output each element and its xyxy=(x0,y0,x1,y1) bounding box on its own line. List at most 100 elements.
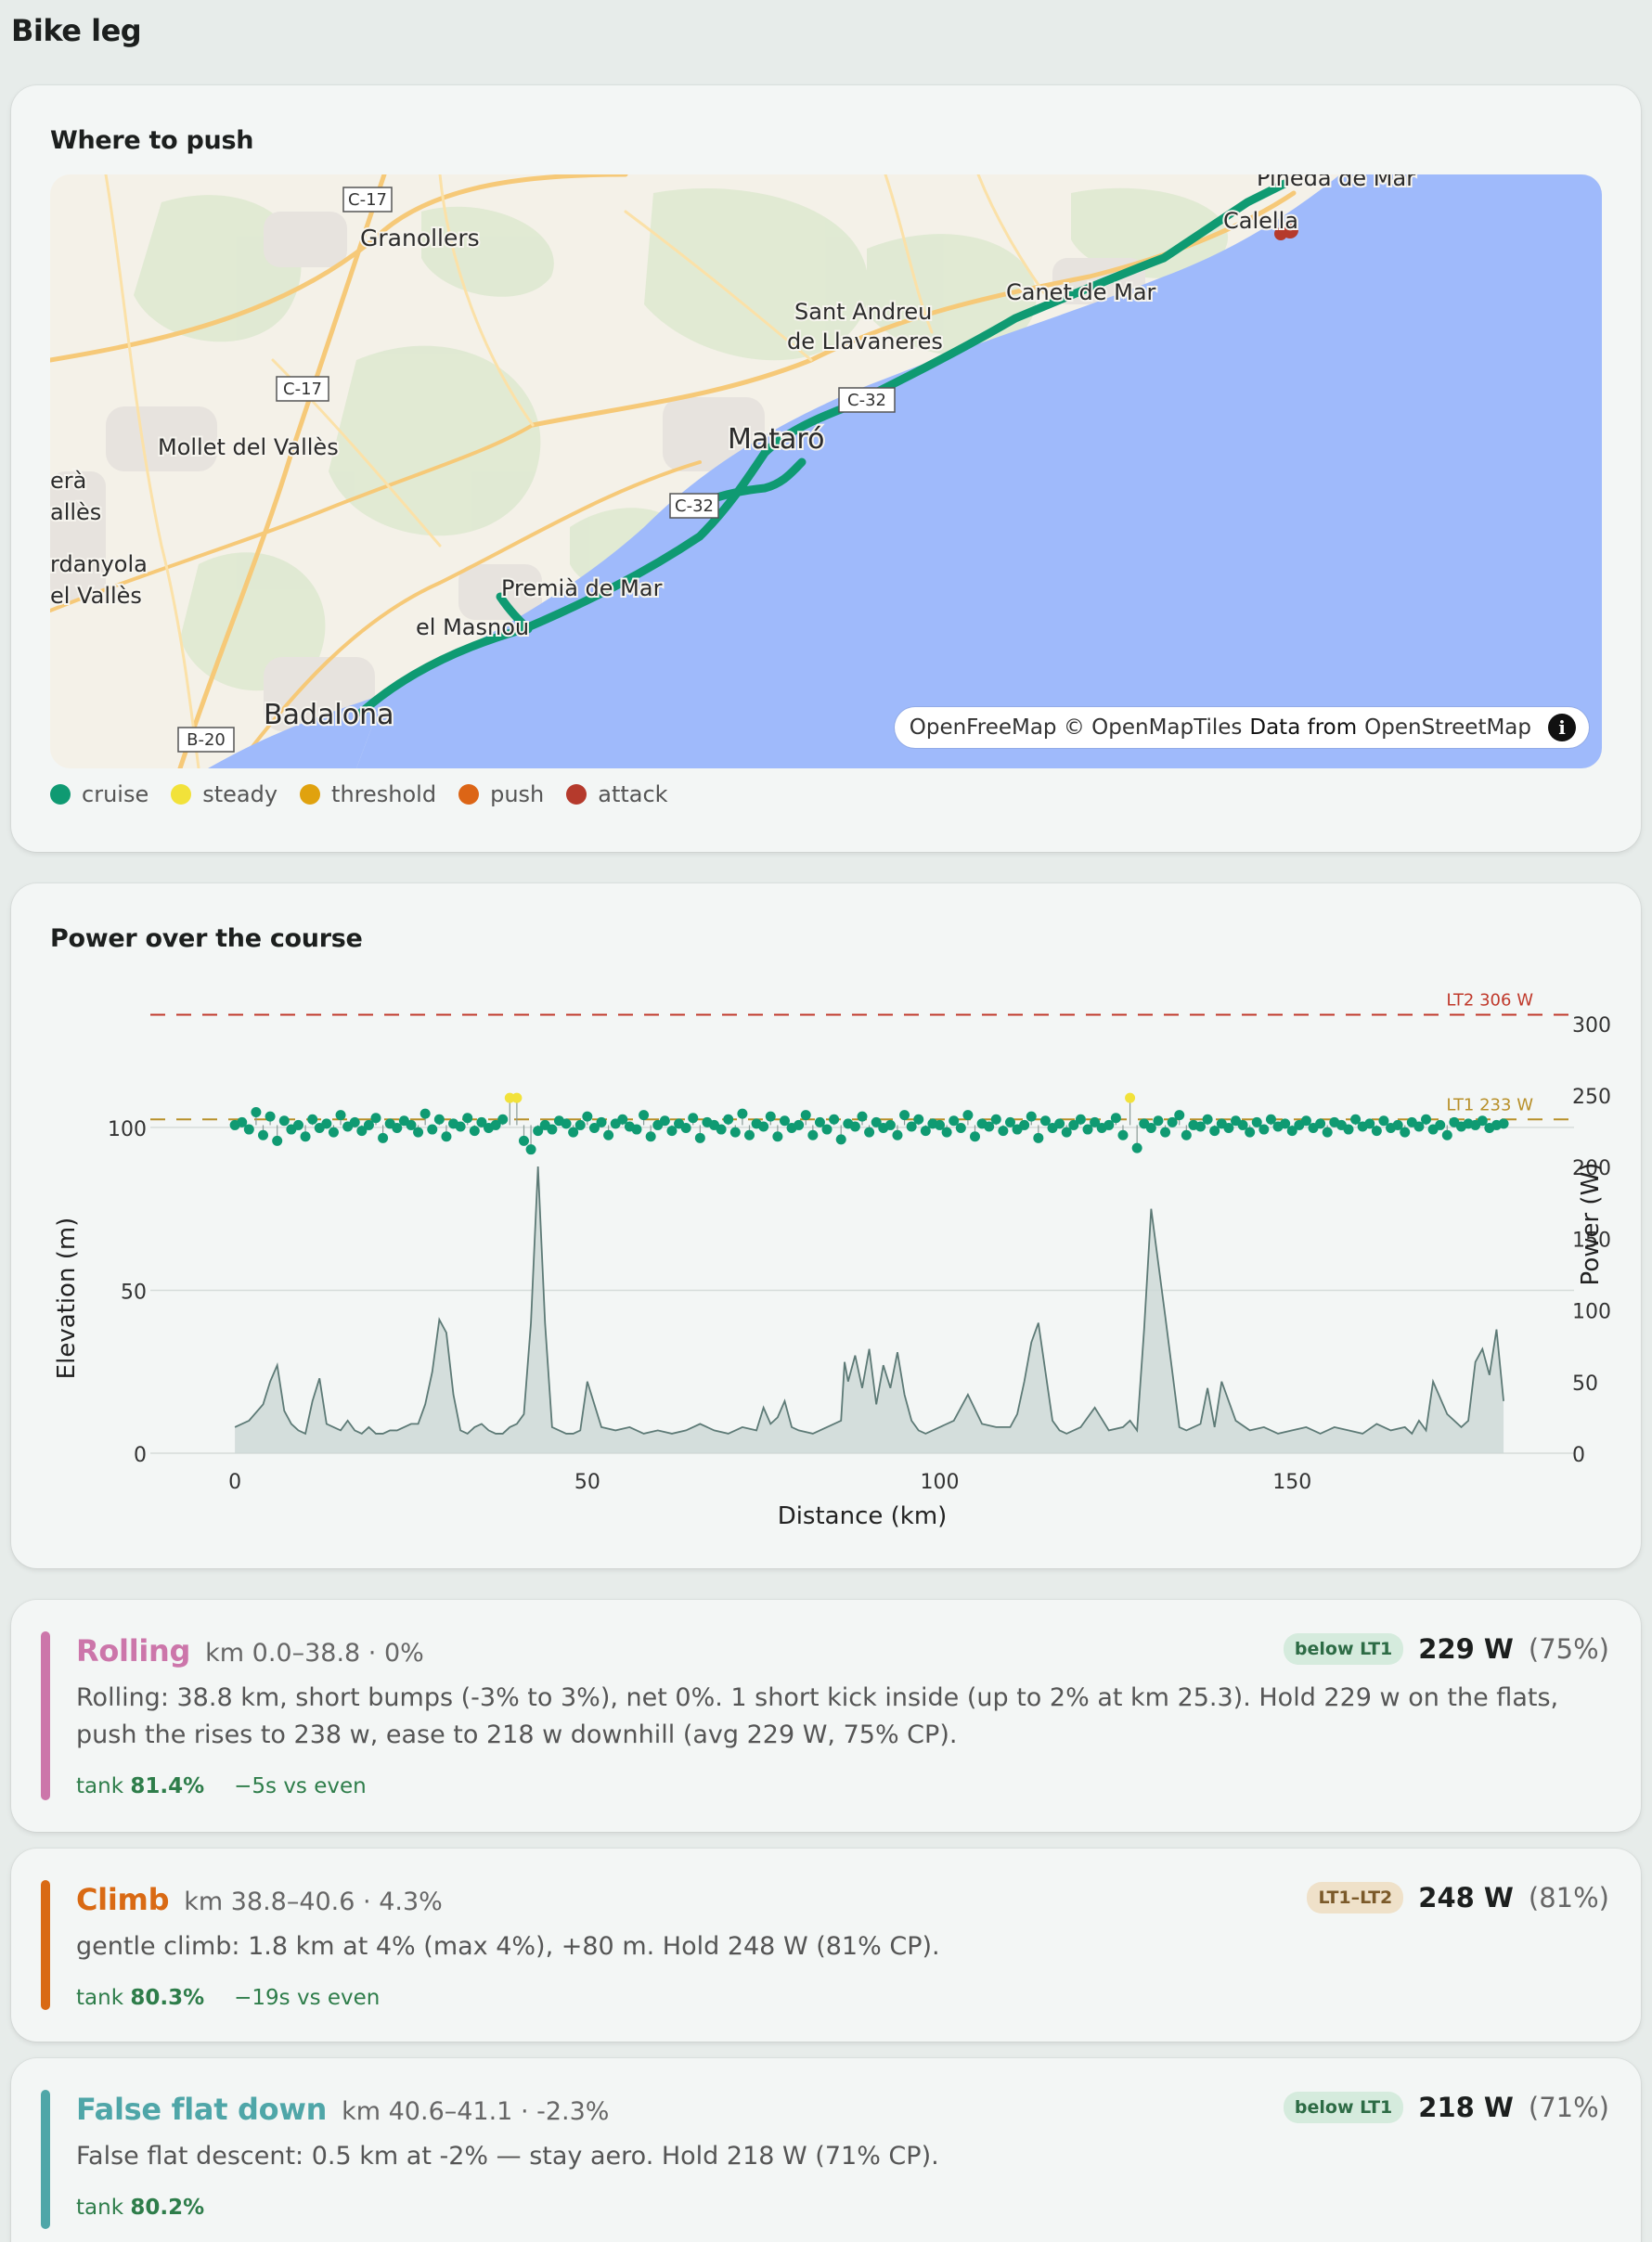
segment-card-climb[interactable]: Climb km 38.8–40.6 · 4.3% LT1–LT2 248 W … xyxy=(11,1849,1641,2042)
x-axis-label: Distance (km) xyxy=(778,1502,948,1530)
attribution-openmaptiles[interactable]: OpenFreeMap © OpenMapTiles xyxy=(910,715,1243,740)
power-point xyxy=(955,1123,966,1134)
power-point xyxy=(307,1114,318,1125)
segment-header: Climb km 38.8–40.6 · 4.3% xyxy=(76,1882,443,1917)
power-point xyxy=(462,1113,473,1124)
legend-item-push: push xyxy=(458,781,544,807)
power-point xyxy=(1441,1129,1452,1140)
power-point xyxy=(518,1135,529,1146)
legend-label: attack xyxy=(598,781,668,807)
place-label: Granollers xyxy=(360,225,480,251)
power-point xyxy=(800,1110,811,1121)
y-left-tick-label: 0 xyxy=(134,1444,147,1467)
power-point xyxy=(1498,1118,1509,1129)
power-point xyxy=(574,1119,586,1130)
segment-footer: tank 81.4% −5s vs even xyxy=(76,1774,367,1798)
power-point xyxy=(729,1127,741,1138)
segment-description: gentle climb: 1.8 km at 4% (max 4%), +80… xyxy=(76,1932,940,1961)
course-map[interactable]: C-17 C-17 C-32 C-32 B-20 Pineda de Mar C… xyxy=(50,174,1602,768)
segment-summary: below LT1 229 W (75%) xyxy=(1283,1633,1609,1665)
power-elevation-chart[interactable]: 0501000501001502002503000 50 100 150Distanc… xyxy=(11,883,1641,1568)
segment-card-false-flat-down[interactable]: False flat down km 40.6–41.1 · -2.3% bel… xyxy=(11,2058,1641,2242)
map-card: Where to push C-17 C-17 C-32 C-32 B-20 P… xyxy=(11,85,1641,852)
legend-dot xyxy=(171,784,192,805)
power-point xyxy=(941,1127,952,1138)
power-point xyxy=(433,1114,445,1125)
place-label: Mataró xyxy=(728,423,824,456)
power-point xyxy=(645,1131,656,1142)
place-label: Sant Andreu xyxy=(794,299,932,325)
power-point xyxy=(962,1110,974,1121)
power-point xyxy=(243,1124,254,1135)
y-right-tick-label: 0 xyxy=(1572,1444,1585,1467)
place-label: rdanyola xyxy=(50,551,148,577)
power-point xyxy=(1110,1113,1121,1124)
segment-meta: km 40.6–41.1 · -2.3% xyxy=(342,2097,610,2126)
power-point xyxy=(1202,1114,1213,1125)
y-right-tick-label: 300 xyxy=(1572,1014,1611,1037)
power-point xyxy=(829,1114,840,1125)
power-point xyxy=(857,1111,868,1122)
power-point xyxy=(378,1132,389,1143)
time-delta: −19s vs even xyxy=(234,1986,381,2010)
power-point xyxy=(1125,1092,1136,1103)
x-tick-label: 100 xyxy=(921,1471,960,1494)
power-point xyxy=(835,1134,846,1145)
power-point xyxy=(758,1121,769,1132)
map-card-title: Where to push xyxy=(50,126,254,155)
power-point xyxy=(990,1114,1001,1125)
power-point xyxy=(680,1123,691,1134)
place-label: allès xyxy=(50,499,101,525)
power-point xyxy=(1400,1127,1411,1138)
power-point xyxy=(899,1110,910,1121)
power-point xyxy=(370,1113,381,1124)
power-point xyxy=(258,1129,269,1140)
power-point xyxy=(1019,1119,1030,1130)
segment-header: False flat down km 40.6–41.1 · -2.3% xyxy=(76,2092,609,2127)
power-point xyxy=(913,1114,924,1125)
segment-meta: km 38.8–40.6 · 4.3% xyxy=(184,1888,443,1916)
power-point xyxy=(849,1121,860,1132)
power-point xyxy=(427,1124,438,1135)
x-tick-label: 50 xyxy=(574,1471,600,1494)
info-icon[interactable]: i xyxy=(1548,714,1576,741)
tank-value: 81.4% xyxy=(130,1774,205,1798)
x-tick-label: 0 xyxy=(228,1471,241,1494)
power-point xyxy=(419,1108,431,1119)
attribution-openstreetmap[interactable]: OpenStreetMap xyxy=(1364,715,1531,740)
segment-name: False flat down xyxy=(76,2092,328,2127)
zone-badge: below LT1 xyxy=(1283,1633,1404,1665)
segment-summary: below LT1 218 W (71%) xyxy=(1283,2092,1609,2123)
segment-power: 229 W xyxy=(1418,1633,1514,1665)
power-point xyxy=(321,1118,332,1129)
road-label: B-20 xyxy=(187,730,226,750)
power-point xyxy=(1435,1119,1446,1130)
power-point xyxy=(884,1119,896,1130)
power-point xyxy=(1421,1114,1432,1125)
power-point xyxy=(272,1135,283,1146)
power-point xyxy=(278,1115,290,1127)
power-point xyxy=(864,1127,875,1138)
place-label: el Masnou xyxy=(416,614,529,640)
legend-item-attack: attack xyxy=(566,781,668,807)
power-point xyxy=(547,1124,558,1135)
segment-description: Rolling: 38.8 km, short bumps (-3% to 3%… xyxy=(76,1683,1559,1749)
power-point xyxy=(1315,1118,1326,1129)
segment-card-rolling[interactable]: Rolling km 0.0–38.8 · 0% below LT1 229 W… xyxy=(11,1600,1641,1832)
segment-name: Rolling xyxy=(76,1633,191,1669)
segment-description: False flat descent: 0.5 km at -2% — stay… xyxy=(76,2142,939,2171)
legend-label: push xyxy=(490,781,545,807)
y-left-tick-label: 50 xyxy=(121,1281,147,1304)
place-label: Mollet del Vallès xyxy=(158,434,339,460)
map-attribution: OpenFreeMap © OpenMapTiles Data from Ope… xyxy=(894,707,1589,748)
power-point xyxy=(688,1113,699,1124)
map-canvas[interactable]: C-17 C-17 C-32 C-32 B-20 Pineda de Mar C… xyxy=(50,174,1602,768)
time-delta: −5s vs even xyxy=(234,1774,367,1798)
power-point xyxy=(335,1110,346,1121)
power-point xyxy=(455,1121,466,1132)
power-point xyxy=(821,1124,832,1135)
legend-dot xyxy=(50,784,71,805)
segment-color-bar xyxy=(41,1880,50,2010)
y-right-tick-label: 250 xyxy=(1572,1086,1611,1109)
road-label: C-32 xyxy=(847,391,886,410)
